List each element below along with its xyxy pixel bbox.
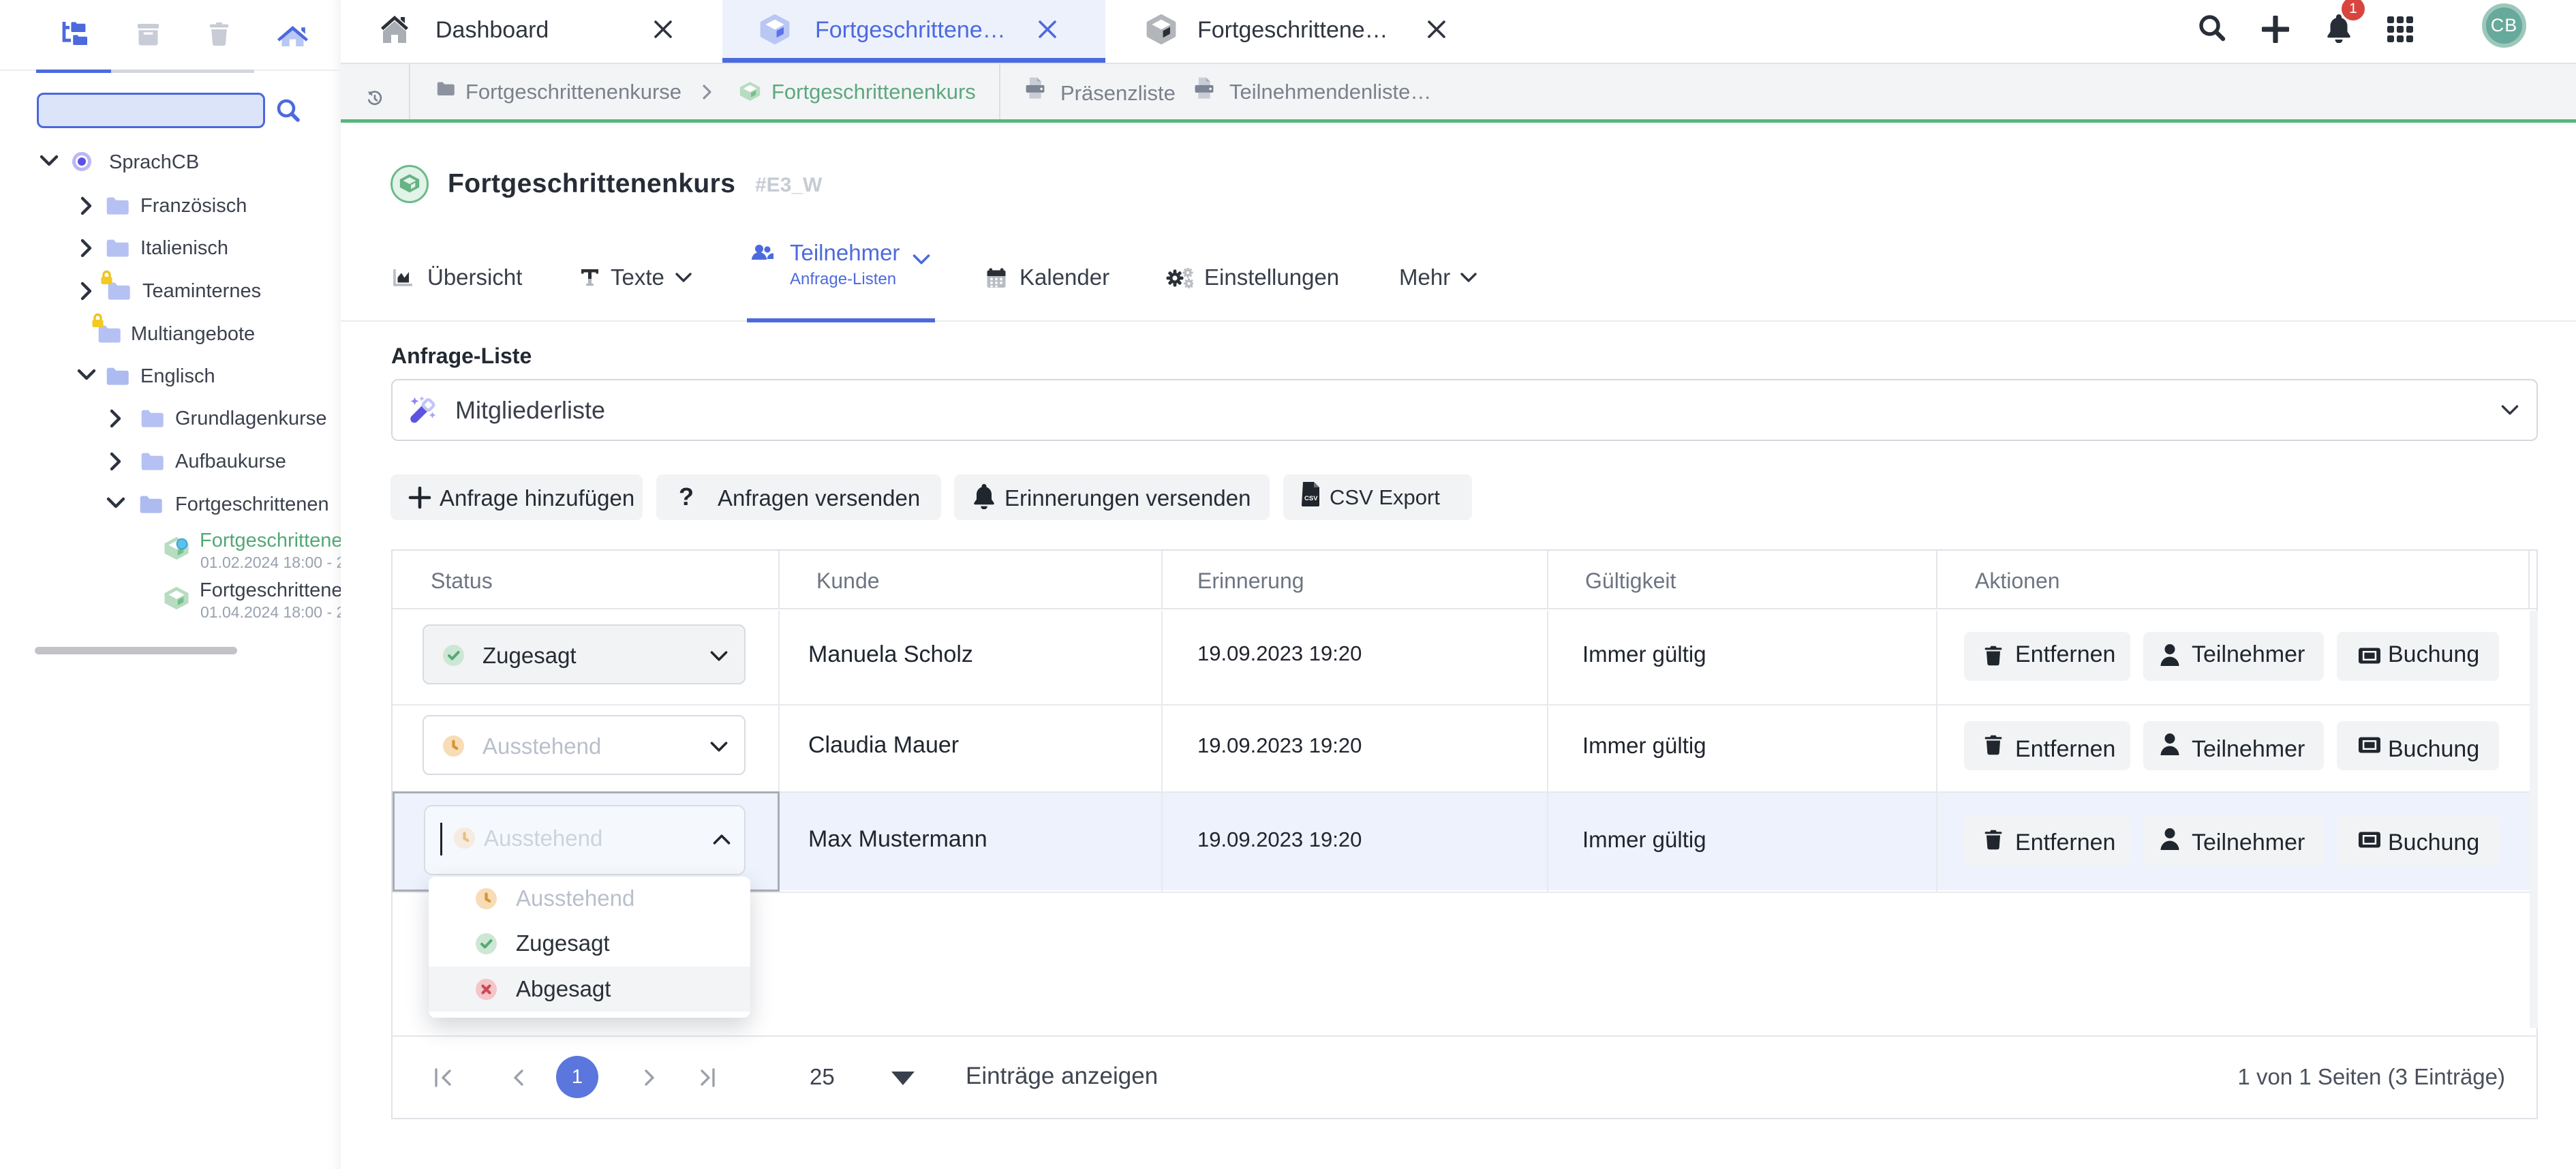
svg-text:CSV: CSV	[1304, 495, 1318, 502]
